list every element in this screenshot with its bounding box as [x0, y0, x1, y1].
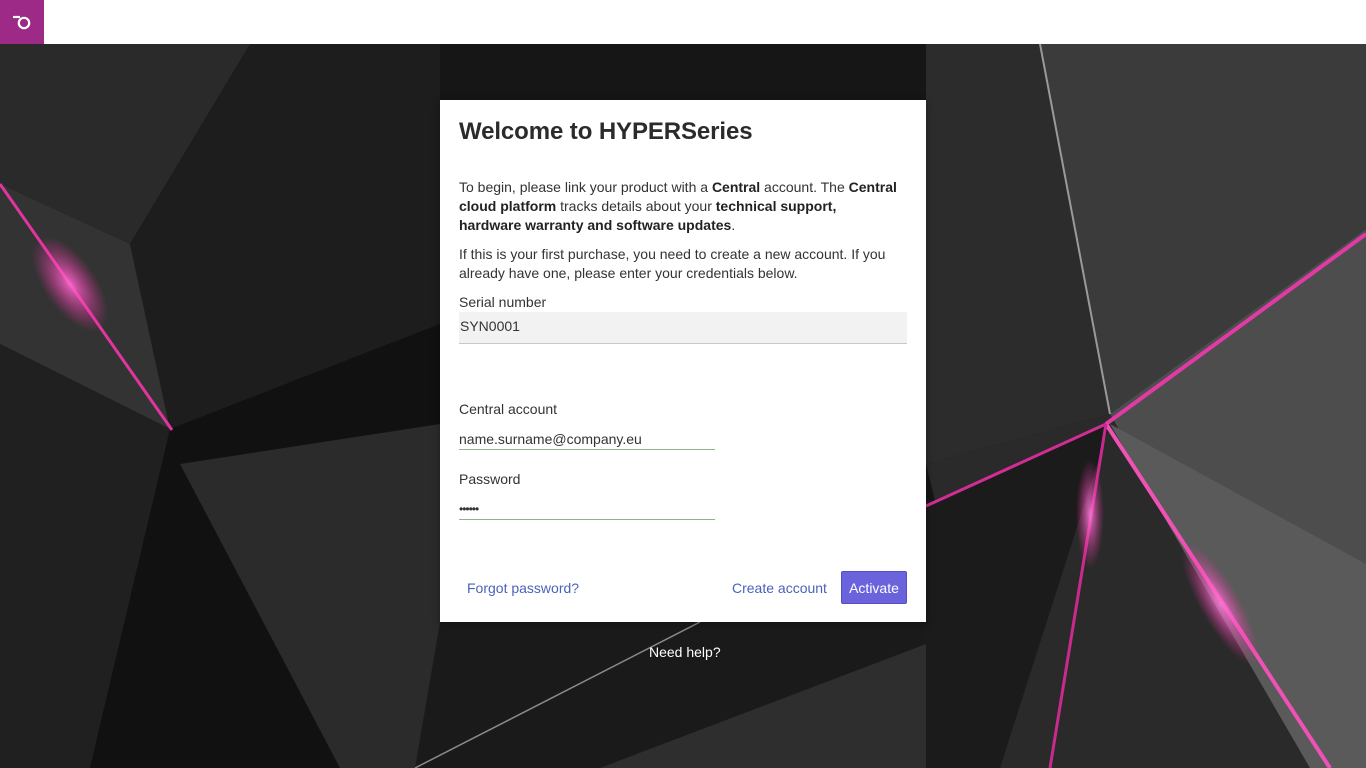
dialog-title: Welcome to HYPERSeries: [459, 118, 753, 145]
central-account-label: Central account: [459, 401, 558, 417]
serial-number-label: Serial number: [459, 294, 547, 310]
serial-number-field: SYN0001: [459, 312, 907, 344]
activate-button[interactable]: Activate: [841, 571, 907, 604]
forgot-password-link[interactable]: Forgot password?: [467, 580, 579, 596]
password-input[interactable]: [459, 498, 715, 520]
brand-logo[interactable]: [0, 0, 44, 44]
central-account-input[interactable]: [459, 428, 715, 450]
password-label: Password: [459, 471, 521, 487]
create-account-link[interactable]: Create account: [732, 580, 827, 596]
top-bar: [0, 0, 1366, 44]
intro-paragraph: To begin, please link your product with …: [459, 179, 897, 233]
brand-logo-icon: [13, 15, 31, 30]
welcome-dialog: Welcome to HYPERSeries To begin, please …: [440, 100, 926, 622]
need-help-link[interactable]: Need help?: [649, 644, 721, 660]
instructions-paragraph: If this is your first purchase, you need…: [459, 246, 886, 281]
